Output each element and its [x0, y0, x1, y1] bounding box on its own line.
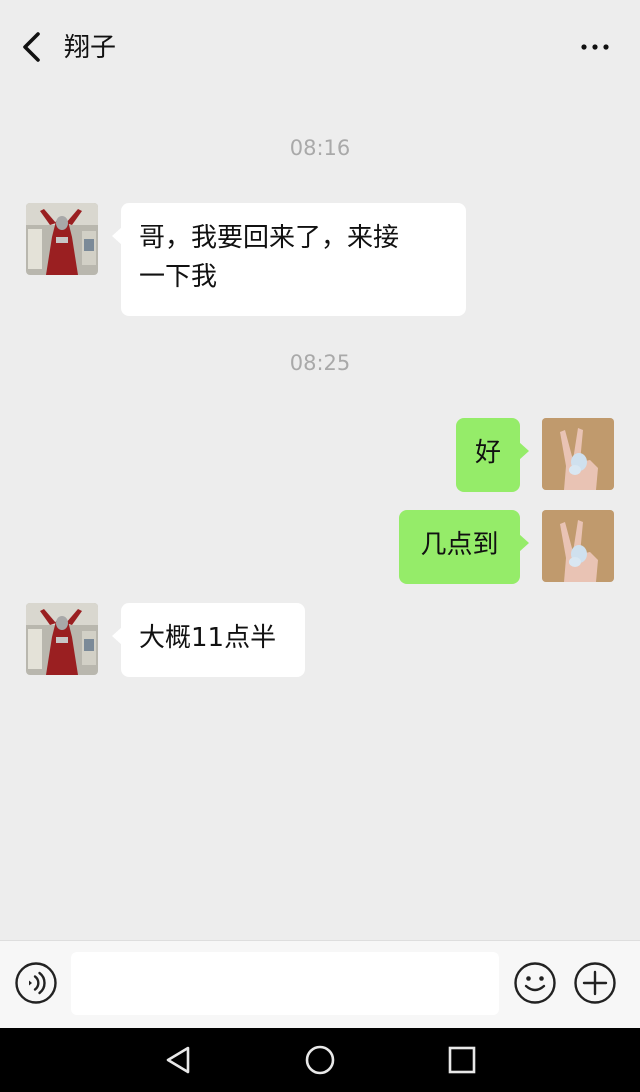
nav-home-icon[interactable]	[304, 1044, 336, 1076]
voice-icon[interactable]	[14, 961, 58, 1005]
message-text: 几点到	[420, 530, 499, 560]
nav-back-icon[interactable]	[162, 1044, 194, 1076]
message-list[interactable]: 08:16 哥，我要回来了，来接 一下我 08:25 好 几点到 大概11点半	[0, 96, 640, 940]
timestamp: 08:16	[289, 136, 351, 160]
my-avatar[interactable]	[542, 510, 614, 582]
contact-name: 翔子	[64, 33, 117, 63]
message-text: 大概11点半	[139, 623, 277, 653]
nav-recent-apps-icon[interactable]	[446, 1044, 478, 1076]
message-text: 好	[474, 438, 501, 468]
outgoing-message[interactable]: 几点到	[399, 510, 529, 584]
outgoing-message[interactable]: 好	[456, 418, 529, 492]
contact-avatar[interactable]	[26, 603, 98, 675]
more-dots-icon[interactable]	[580, 38, 610, 56]
chevron-left-icon[interactable]	[18, 30, 48, 64]
my-avatar[interactable]	[542, 418, 614, 490]
incoming-message[interactable]: 哥，我要回来了，来接 一下我	[112, 203, 466, 316]
message-text: 一下我	[139, 262, 218, 292]
incoming-message[interactable]: 大概11点半	[112, 603, 305, 677]
plus-icon[interactable]	[573, 961, 617, 1005]
input-bar	[0, 940, 640, 1028]
smile-icon[interactable]	[513, 961, 557, 1005]
message-input[interactable]	[71, 952, 499, 1015]
chat-header: 翔子	[0, 0, 640, 96]
message-text: 哥，我要回来了，来接	[139, 223, 400, 253]
timestamp: 08:25	[289, 351, 351, 375]
contact-avatar[interactable]	[26, 203, 98, 275]
system-nav-bar	[0, 1028, 640, 1092]
